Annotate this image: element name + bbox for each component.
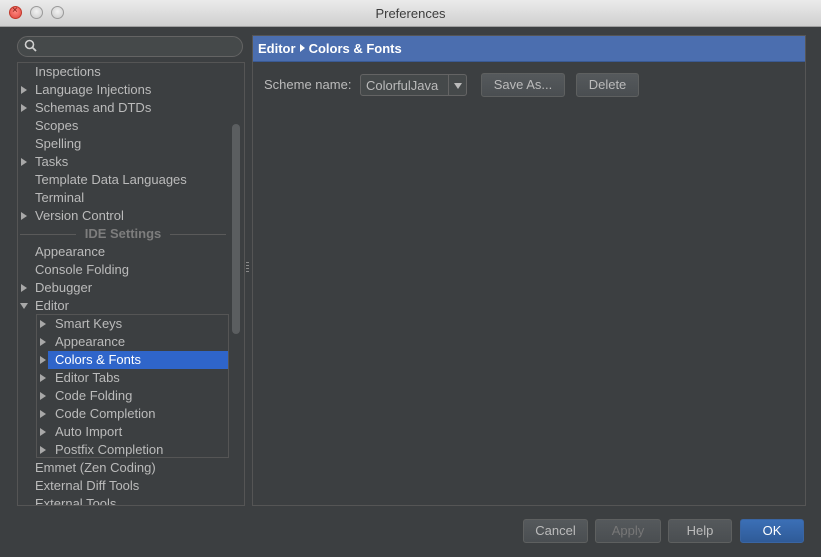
tree-item-external-tools[interactable]: External Tools [35,495,116,505]
expand-arrow-icon[interactable] [40,392,46,400]
settings-search-field[interactable] [17,36,243,57]
tree-item-version-control[interactable]: Version Control [35,207,124,225]
editor-subtree: Smart Keys Appearance Colors & Fonts Edi… [36,314,229,458]
delete-button[interactable]: Delete [576,73,639,97]
tree-item-appearance[interactable]: Appearance [35,243,105,261]
breadcrumb: Editor Colors & Fonts [253,36,805,62]
ide-settings-section-header: IDE Settings [18,225,228,243]
tree-item-code-completion[interactable]: Code Completion [55,405,155,423]
tree-item-debugger[interactable]: Debugger [35,279,92,297]
tree-item-code-folding[interactable]: Code Folding [55,387,132,405]
dropdown-divider [448,75,449,95]
search-icon [24,39,37,52]
tree-item-language-injections[interactable]: Language Injections [35,81,151,99]
cancel-button[interactable]: Cancel [523,519,588,543]
collapse-arrow-icon[interactable] [20,303,28,309]
expand-arrow-icon[interactable] [40,338,46,346]
settings-content-panel: Editor Colors & Fonts Scheme name: Colorf… [252,35,806,506]
tree-item-smart-keys[interactable]: Smart Keys [55,315,122,333]
expand-arrow-icon[interactable] [21,284,27,292]
section-divider [170,234,226,235]
scheme-name-value: ColorfulJava [366,78,439,93]
save-as-button[interactable]: Save As... [481,73,565,97]
tree-item-editor-tabs[interactable]: Editor Tabs [55,369,120,387]
tree-item-editor[interactable]: Editor [35,297,69,315]
scheme-name-label: Scheme name: [264,77,352,92]
scheme-name-dropdown[interactable]: ColorfulJava [360,74,467,96]
tree-item-template-data-languages[interactable]: Template Data Languages [35,171,187,189]
apply-button[interactable]: Apply [595,519,661,543]
expand-arrow-icon[interactable] [21,104,27,112]
tree-item-auto-import[interactable]: Auto Import [55,423,122,441]
tree-item-schemas-dtds[interactable]: Schemas and DTDs [35,99,151,117]
tree-item-terminal[interactable]: Terminal [35,189,84,207]
window-title: Preferences [375,6,446,21]
tree-item-postfix-completion[interactable]: Postfix Completion [55,441,163,459]
expand-arrow-icon[interactable] [40,446,46,454]
panel-splitter-handle[interactable] [246,262,249,276]
tree-item-tasks[interactable]: Tasks [35,153,68,171]
expand-arrow-icon[interactable] [40,428,46,436]
breadcrumb-current: Colors & Fonts [308,41,402,56]
breadcrumb-separator-icon [299,44,305,52]
tree-item-console-folding[interactable]: Console Folding [35,261,129,279]
settings-tree[interactable]: Inspections Language Injections Schemas … [17,62,245,506]
expand-arrow-icon[interactable] [21,158,27,166]
help-button[interactable]: Help [668,519,732,543]
tree-item-scopes[interactable]: Scopes [35,117,78,135]
tree-item-emmet[interactable]: Emmet (Zen Coding) [35,459,156,477]
title-bar: × Preferences [0,0,821,27]
expand-arrow-icon[interactable] [21,86,27,94]
tree-scrollbar[interactable] [232,124,240,334]
chevron-down-icon [454,83,462,89]
expand-arrow-icon[interactable] [21,212,27,220]
tree-item-external-diff-tools[interactable]: External Diff Tools [35,477,139,495]
expand-arrow-icon[interactable] [40,320,46,328]
tree-item-inspections[interactable]: Inspections [35,63,101,81]
tree-item-spelling[interactable]: Spelling [35,135,81,153]
ok-button[interactable]: OK [740,519,804,543]
expand-arrow-icon[interactable] [40,374,46,382]
tree-item-editor-appearance[interactable]: Appearance [55,333,125,351]
breadcrumb-parent[interactable]: Editor [258,41,296,56]
expand-arrow-icon[interactable] [40,356,46,364]
tree-item-colors-fonts[interactable]: Colors & Fonts [48,351,228,369]
expand-arrow-icon[interactable] [40,410,46,418]
